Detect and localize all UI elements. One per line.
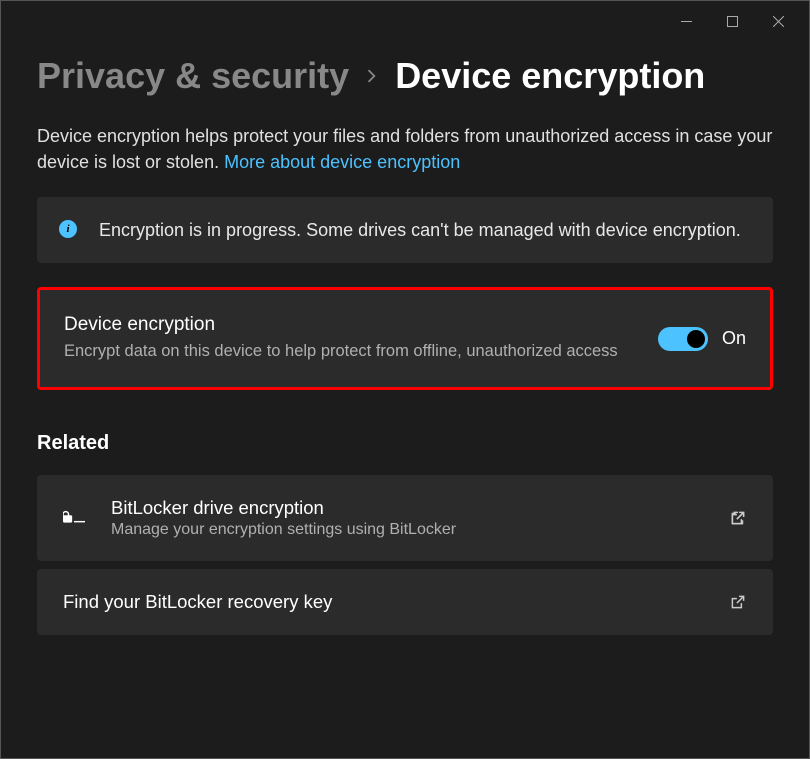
breadcrumb-parent[interactable]: Privacy & security — [37, 55, 349, 97]
device-encryption-setting: Device encryption Encrypt data on this d… — [37, 287, 773, 390]
minimize-icon — [681, 16, 692, 27]
info-message: Encryption is in progress. Some drives c… — [99, 217, 741, 243]
info-icon: i — [59, 220, 77, 238]
toggle-state-label: On — [722, 328, 746, 349]
intro-text: Device encryption helps protect your fil… — [37, 123, 773, 175]
close-button[interactable] — [755, 5, 801, 37]
toggle-knob — [687, 330, 705, 348]
setting-description: Encrypt data on this device to help prot… — [64, 340, 638, 363]
page-title: Device encryption — [395, 55, 705, 97]
device-encryption-toggle[interactable] — [658, 327, 708, 351]
lock-drive-icon — [63, 509, 85, 527]
close-icon — [773, 16, 784, 27]
bitlocker-drive-encryption-link[interactable]: BitLocker drive encryption Manage your e… — [37, 475, 773, 561]
setting-title: Device encryption — [64, 314, 638, 336]
minimize-button[interactable] — [663, 5, 709, 37]
related-item-title: Find your BitLocker recovery key — [63, 591, 703, 613]
related-header: Related — [37, 432, 773, 455]
related-item-title: BitLocker drive encryption — [111, 497, 703, 519]
related-item-description: Manage your encryption settings using Bi… — [111, 521, 703, 539]
maximize-button[interactable] — [709, 5, 755, 37]
maximize-icon — [727, 16, 738, 27]
chevron-right-icon — [365, 69, 379, 83]
window-titlebar — [1, 1, 809, 41]
learn-more-link[interactable]: More about device encryption — [224, 152, 460, 172]
bitlocker-recovery-key-link[interactable]: Find your BitLocker recovery key — [37, 569, 773, 635]
open-external-icon — [729, 509, 747, 527]
open-external-icon — [729, 593, 747, 611]
info-banner: i Encryption is in progress. Some drives… — [37, 197, 773, 263]
breadcrumb: Privacy & security Device encryption — [37, 55, 773, 97]
